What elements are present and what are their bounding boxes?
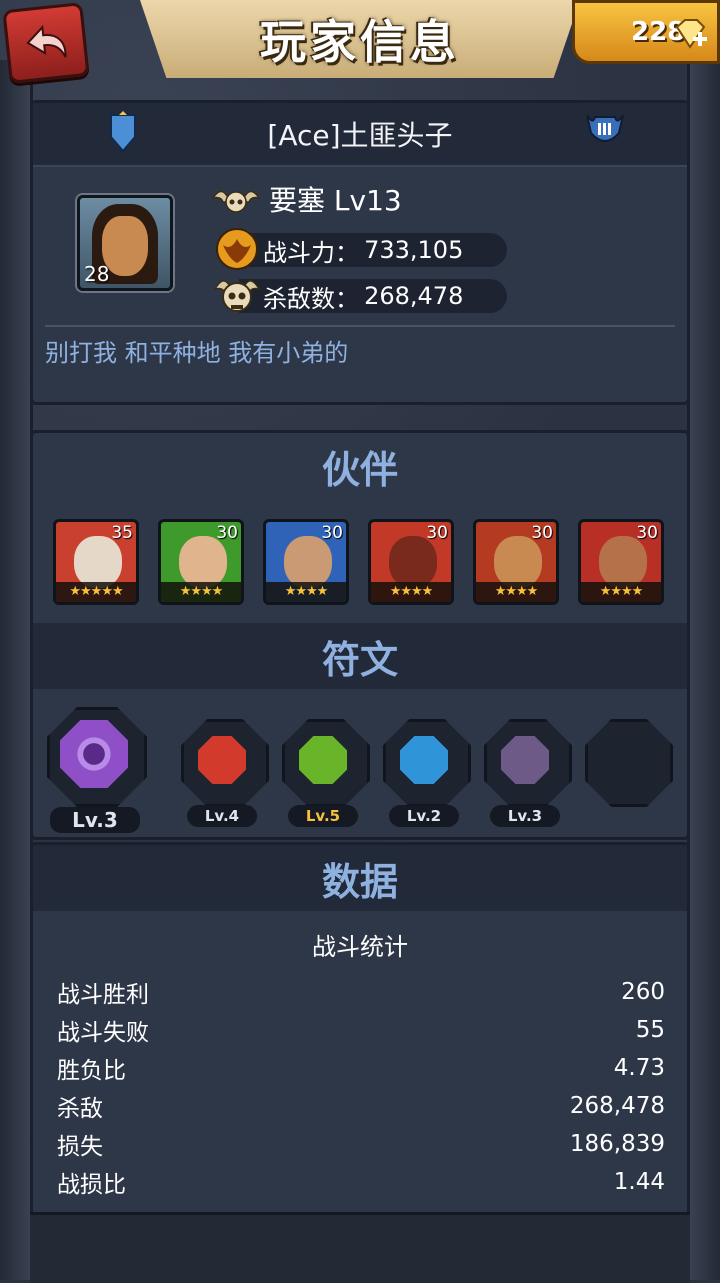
gem-plus-icon [675, 19, 707, 49]
rune-socket [585, 719, 673, 807]
rune-level: Lv.3 [50, 807, 140, 833]
player-motto: 别打我 和平种地 我有小弟的 [45, 339, 349, 367]
kills-value: 268,478 [364, 282, 464, 310]
stat-label: 胜负比 [57, 1058, 126, 1084]
companion-portrait [389, 536, 437, 588]
companion-stars: ★★★★ [476, 582, 556, 602]
stat-label: 战损比 [57, 1172, 126, 1198]
stat-label: 战斗胜利 [57, 982, 149, 1008]
power-value: 733,105 [364, 236, 464, 264]
stat-label: 战斗失败 [57, 1020, 149, 1046]
companion-portrait [494, 536, 542, 588]
kills-label: 杀敌数： [263, 284, 359, 313]
phoenix-power-icon [216, 228, 258, 270]
stat-row: 胜负比 4.73 [57, 1049, 665, 1087]
companion-stars: ★★★★★ [56, 582, 136, 602]
companion-portrait [74, 536, 122, 588]
rune-level: Lv.5 [288, 805, 358, 827]
data-panel: 数据 战斗统计 战斗胜利 260 战斗失败 55 胜负比 4.73 杀敌 268… [30, 842, 690, 1217]
companion-level: 30 [531, 523, 553, 543]
name-bar: [Ace]土匪头子 [33, 103, 687, 167]
stat-value: 186,839 [569, 1131, 665, 1157]
companion-list: 35 ★★★★★ 30 ★★★★ 30 ★★★★ 30 ★★★★ 30 ★★★★… [53, 519, 664, 605]
data-heading: 数据 [33, 845, 687, 911]
back-arrow-icon [26, 25, 67, 58]
stat-value: 55 [635, 1017, 665, 1043]
player-avatar[interactable]: 28 [77, 195, 173, 291]
companion-level: 30 [321, 523, 343, 543]
kills-stat: 杀敌数： 268,478 [213, 279, 507, 313]
stat-value: 1.44 [613, 1169, 665, 1195]
companion-slot-5[interactable]: 30 ★★★★ [473, 519, 559, 605]
frame-right-edge [687, 60, 720, 1280]
companions-runes-panel: 伙伴 35 ★★★★★ 30 ★★★★ 30 ★★★★ 30 ★★★★ 30 ★… [30, 430, 690, 840]
companion-stars: ★★★★ [371, 582, 451, 602]
frame-left-edge [0, 60, 33, 1280]
companion-slot-2[interactable]: 30 ★★★★ [158, 519, 244, 605]
stat-label: 损失 [57, 1134, 103, 1160]
companion-slot-6[interactable]: 30 ★★★★ [578, 519, 664, 605]
purple-rune-icon [60, 720, 128, 788]
gem-counter[interactable]: 228 [572, 0, 720, 64]
fortress-skull-icon [211, 190, 261, 213]
companion-level: 30 [426, 523, 448, 543]
stat-row: 战斗失败 55 [57, 1011, 665, 1049]
battle-stats-title: 战斗统计 [312, 933, 408, 961]
runes-heading: 符文 [33, 623, 687, 689]
companion-stars: ★★★★ [581, 582, 661, 602]
back-button[interactable] [2, 2, 90, 84]
alliance-flag-icon[interactable] [105, 111, 141, 155]
stat-label: 杀敌 [57, 1096, 103, 1122]
rune-level: Lv.3 [490, 805, 560, 827]
player-name: [Ace]土匪头子 [267, 119, 453, 152]
companion-portrait [599, 536, 647, 588]
avatar-level: 28 [84, 262, 110, 286]
fortress-level-row: 要塞 Lv13 [211, 179, 402, 219]
profile-divider [45, 325, 675, 327]
rune-list: Lv.3 Lv.4 Lv.5 Lv.2 Lv.3 [45, 705, 675, 845]
stat-row: 损失 186,839 [57, 1125, 665, 1163]
stat-row: 杀敌 268,478 [57, 1087, 665, 1125]
red-rune-icon [198, 736, 246, 784]
frame-bottom-edge [30, 1212, 690, 1283]
companions-heading: 伙伴 [321, 447, 398, 492]
rank-badge-icon[interactable] [583, 111, 627, 151]
companion-level: 30 [216, 523, 238, 543]
stat-value: 268,478 [569, 1093, 665, 1119]
fortress-level: 要塞 Lv13 [269, 184, 402, 217]
skull-kills-icon [213, 280, 261, 312]
title-banner: 玩家信息 [140, 0, 580, 78]
blue-rune-icon [400, 736, 448, 784]
stat-row: 战斗胜利 260 [57, 973, 665, 1011]
companion-slot-3[interactable]: 30 ★★★★ [263, 519, 349, 605]
companion-portrait [284, 536, 332, 588]
profile-panel: [Ace]土匪头子 28 要塞 Lv13 战斗力： 733,105 杀敌数： 2… [30, 100, 690, 405]
companion-level: 35 [111, 523, 133, 543]
rune-level: Lv.4 [187, 805, 257, 827]
companion-stars: ★★★★ [161, 582, 241, 602]
rune-level: Lv.2 [389, 805, 459, 827]
green-rune-icon [299, 736, 347, 784]
stat-value: 260 [621, 979, 665, 1005]
violet-rune-icon [501, 736, 549, 784]
page-title: 玩家信息 [260, 15, 460, 69]
companion-level: 30 [636, 523, 658, 543]
stat-value: 4.73 [613, 1055, 665, 1081]
companion-slot-1[interactable]: 35 ★★★★★ [53, 519, 139, 605]
power-label: 战斗力： [263, 238, 359, 267]
stat-row: 战损比 1.44 [57, 1163, 665, 1201]
companion-stars: ★★★★ [266, 582, 346, 602]
companion-portrait [179, 536, 227, 588]
power-stat: 战斗力： 733,105 [216, 228, 507, 270]
companion-slot-4[interactable]: 30 ★★★★ [368, 519, 454, 605]
